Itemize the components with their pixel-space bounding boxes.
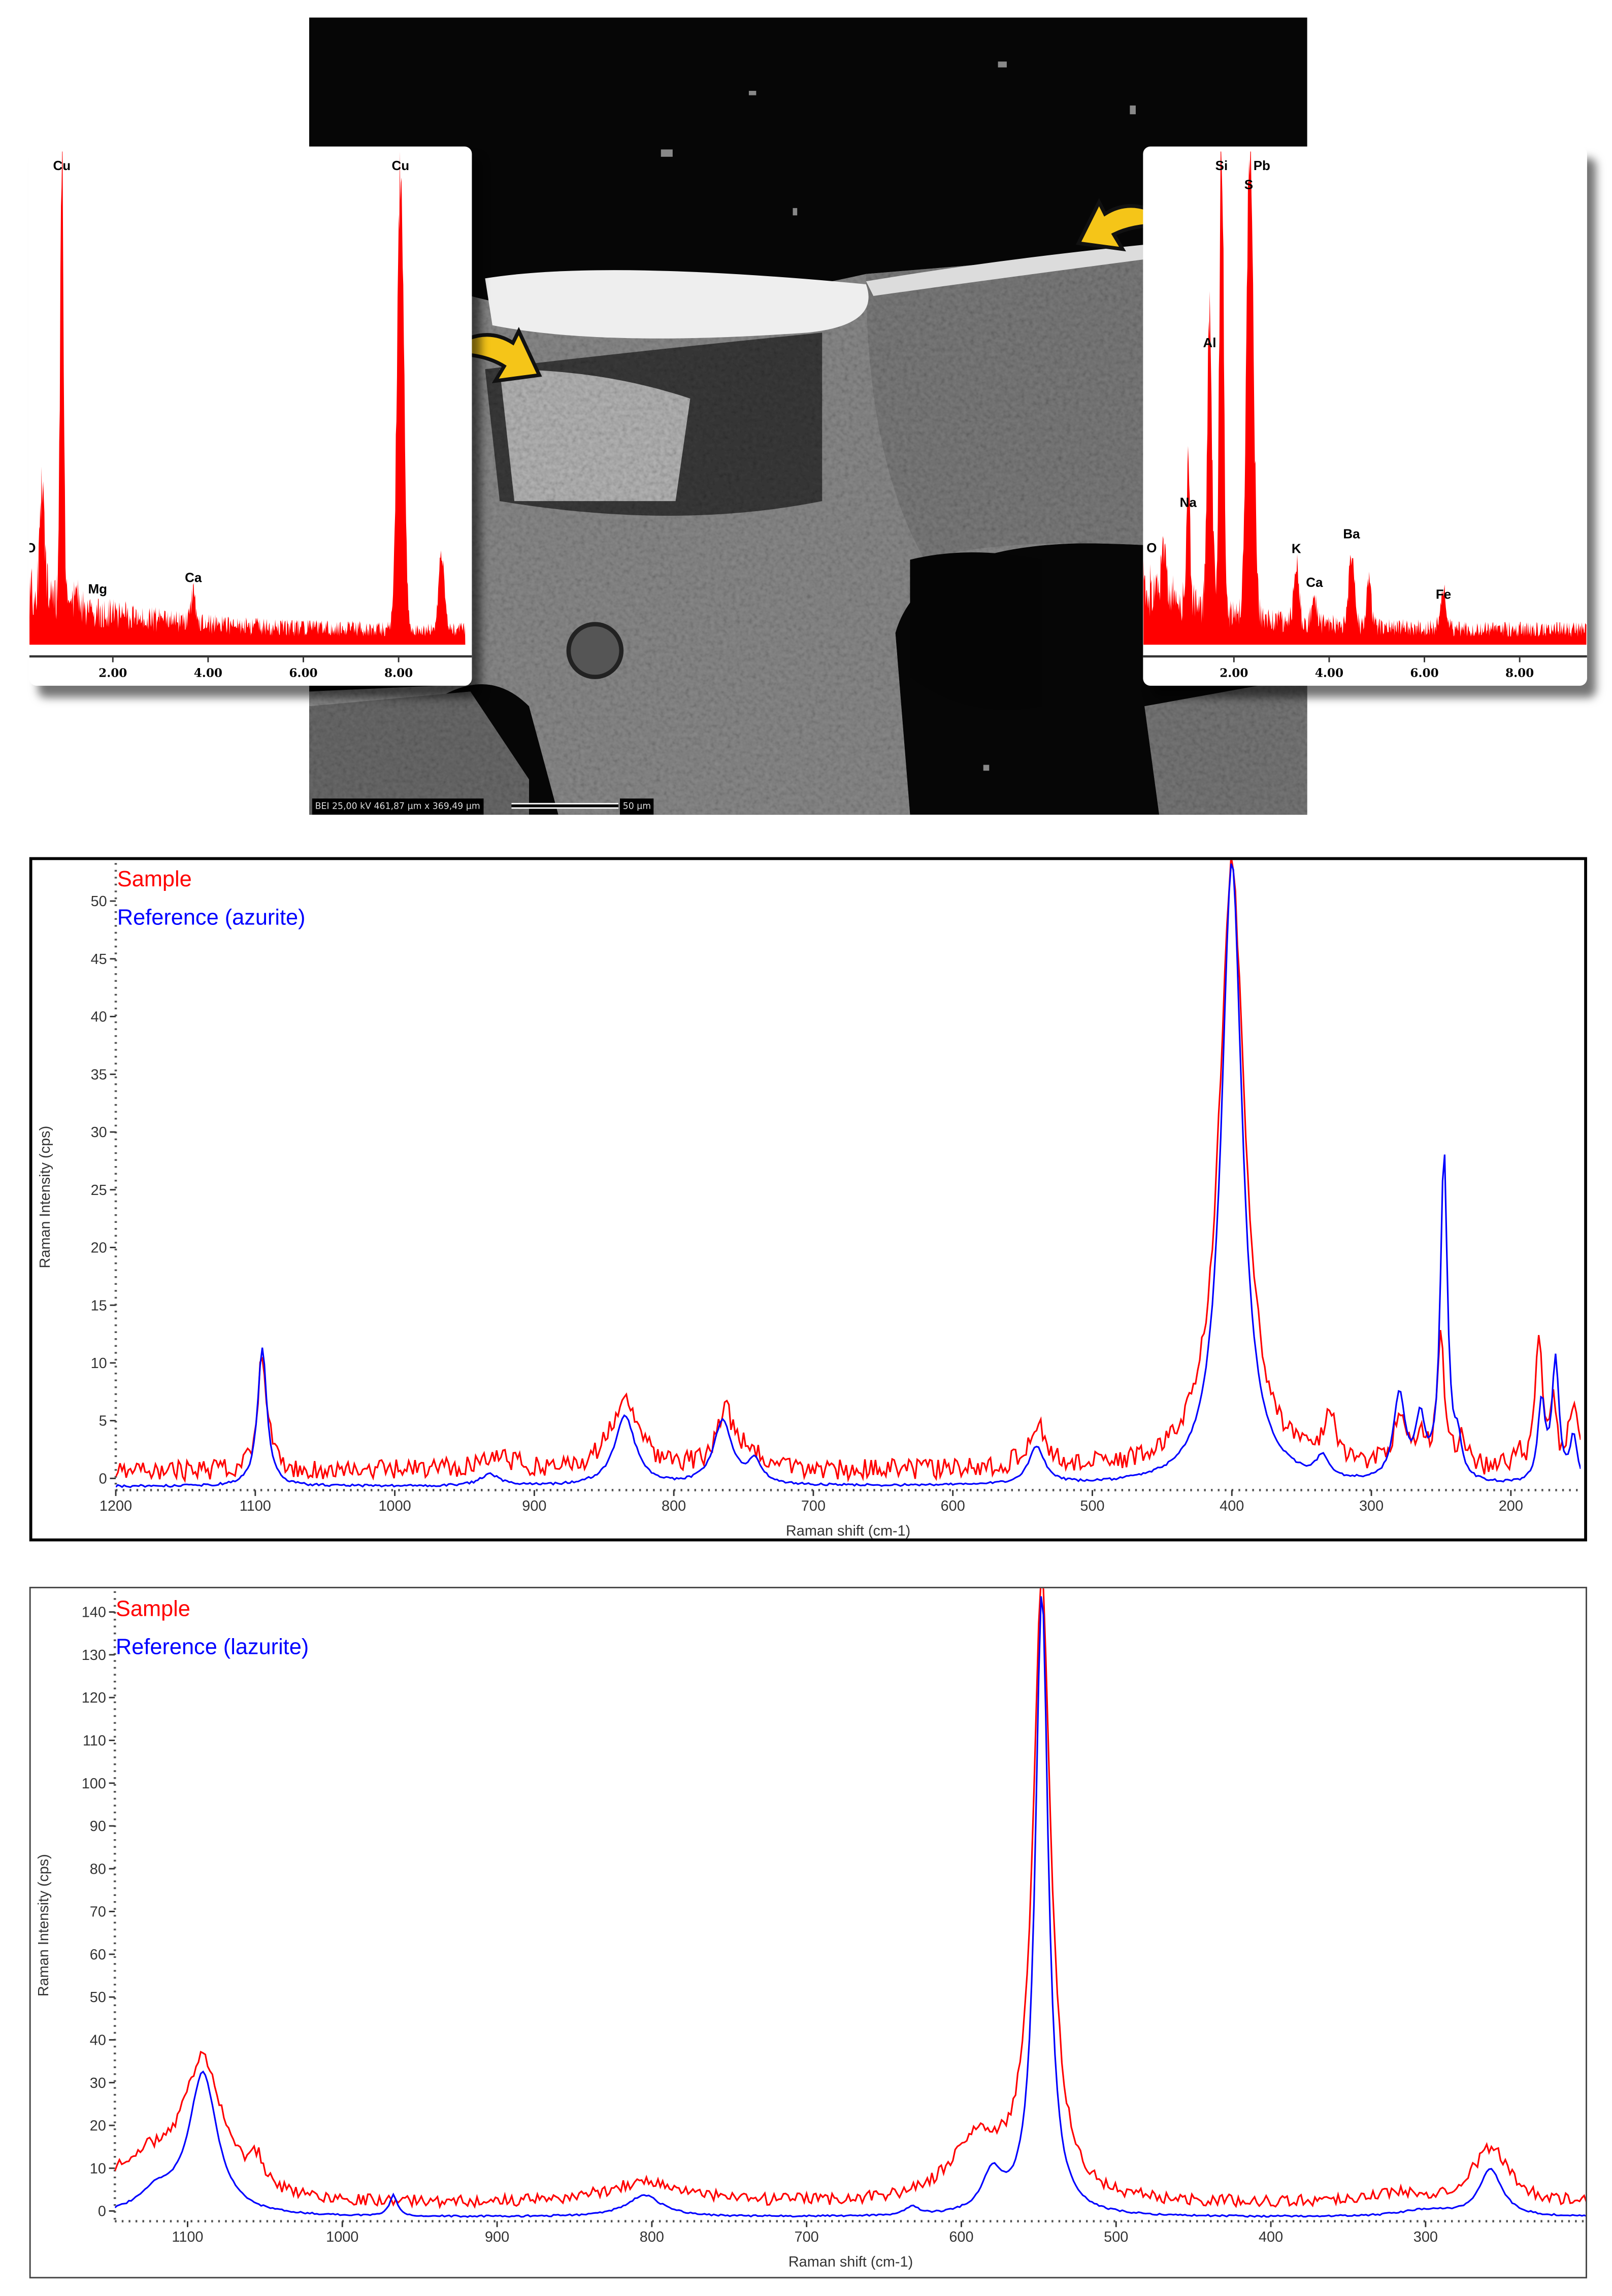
series-reference-azurite [116,863,1581,1488]
x-tick-label: 500 [1104,2229,1128,2245]
figure: BEI 25,00 kV 461,87 µm x 369,49 µm 50 µm… [0,0,1612,2296]
x-tick-label: 2.00 [1220,666,1248,680]
sem-scale-caption: BEI 25,00 kV 461,87 µm x 369,49 µm 50 µm [309,798,1307,815]
x-tick-label: 4.00 [1315,666,1343,680]
element-label-cu: Cu [53,158,71,173]
x-tick-label: 6.00 [1410,666,1438,680]
element-label-s: S [1244,177,1253,192]
eds-spectrum-right: 2.00 4.00 6.00 8.00 O Na Al Si Pb S K Ca Ba Fe [1143,146,1587,686]
x-tick-label: 800 [640,2229,664,2245]
x-tick-label: 400 [1220,1498,1244,1514]
y-tick-label: 60 [90,1947,106,1963]
series-reference-lazurite [115,1596,1586,2218]
legend-sample: Sample [117,867,192,892]
x-tick-label: 8.00 [1505,666,1534,680]
eds-spectrum-left: 2.00 4.00 6.00 8.00 O Cu Mg Ca Cu [29,146,472,686]
y-tick-label: 70 [90,1904,106,1920]
y-axis-label: Raman Intensity (cps) [37,1126,53,1269]
x-axis-label: Raman shift (cm-1) [786,1523,910,1539]
element-label-o: O [29,540,36,555]
x-tick-label: 700 [795,2229,819,2245]
y-tick-label: 45 [91,951,107,968]
x-tick-label: 1000 [326,2229,358,2245]
x-tick-label: 1000 [378,1498,411,1514]
x-tick-label: 900 [485,2229,509,2245]
element-label-ca: Ca [1306,575,1323,590]
x-tick-label: 400 [1259,2229,1283,2245]
y-tick-label: 10 [91,1355,107,1372]
element-label-al: Al [1203,335,1216,350]
x-tick-label: 600 [949,2229,973,2245]
element-label-cu: Cu [392,158,410,173]
y-tick-label: 15 [91,1297,107,1314]
y-tick-label: 80 [90,1861,106,1877]
x-tick-label: 2.00 [98,666,127,680]
y-tick-label: 35 [91,1067,107,1083]
x-tick-label: 300 [1359,1498,1384,1514]
x-tick-label: 1100 [172,2229,203,2245]
y-tick-label: 25 [91,1182,107,1199]
legend-reference: Reference (lazurite) [116,1635,309,1660]
series-sample [115,1588,1586,2210]
element-label-o: O [1146,540,1157,555]
x-tick-label: 900 [522,1498,546,1514]
y-tick-label: 5 [99,1413,107,1429]
y-tick-label: 100 [82,1776,106,1792]
y-tick-label: 0 [99,1471,107,1487]
y-tick-label: 20 [90,2118,106,2134]
element-label-na: Na [1180,494,1197,510]
y-tick-label: 110 [83,1733,106,1749]
legend-sample: Sample [116,1597,190,1622]
y-tick-label: 20 [91,1240,107,1256]
element-label-si: Si [1215,158,1228,173]
series-sample [116,860,1581,1483]
element-label-ca: Ca [185,570,202,585]
y-tick-label: 40 [91,1009,107,1025]
scale-bar [511,803,619,809]
raman-chart-azurite: 0 5 10 15 20 25 30 35 40 45 50 1200 1100 1000 900 800 70… [29,857,1587,1542]
x-tick-label: 700 [801,1498,826,1514]
y-tick-label: 120 [82,1690,106,1706]
element-label-k: K [1292,541,1301,556]
y-tick-label: 10 [90,2160,106,2177]
eds-spectrum-area [1143,151,1587,645]
x-tick-label: 1200 [100,1498,132,1514]
x-tick-label: 1100 [240,1498,271,1514]
element-label-fe: Fe [1436,586,1451,602]
y-axis-label: Raman Intensity (cps) [36,1854,52,1996]
y-tick-label: 0 [98,2204,106,2220]
raman-chart-lazurite: 0 10 20 30 40 50 60 70 80 90 100 110 120 130 140 1100 10… [29,1586,1587,2279]
element-label-ba: Ba [1343,526,1360,542]
y-tick-label: 140 [82,1605,106,1621]
x-tick-label: 8.00 [384,666,413,680]
y-tick-label: 130 [82,1647,106,1663]
eds-spectrum-area [29,151,466,645]
x-tick-label: 6.00 [289,666,317,680]
y-tick-label: 30 [91,1124,107,1141]
x-tick-label: 600 [941,1498,965,1514]
element-label-pb: Pb [1254,158,1270,173]
y-tick-label: 50 [90,1989,106,2006]
x-tick-label: 500 [1080,1498,1104,1514]
scale-bar-label: 50 µm [619,798,654,815]
x-axis-label: Raman shift (cm-1) [788,2254,913,2270]
x-tick-label: 800 [662,1498,686,1514]
y-tick-label: 50 [91,893,107,910]
sem-acquisition-info: BEI 25,00 kV 461,87 µm x 369,49 µm [312,798,483,815]
y-tick-label: 90 [90,1818,106,1835]
legend-reference: Reference (azurite) [117,905,306,930]
element-label-mg: Mg [88,581,108,596]
x-tick-label: 4.00 [194,666,222,680]
y-tick-label: 40 [90,2032,106,2048]
x-tick-label: 300 [1413,2229,1438,2245]
y-tick-label: 30 [90,2075,106,2091]
x-tick-label: 200 [1499,1498,1523,1514]
